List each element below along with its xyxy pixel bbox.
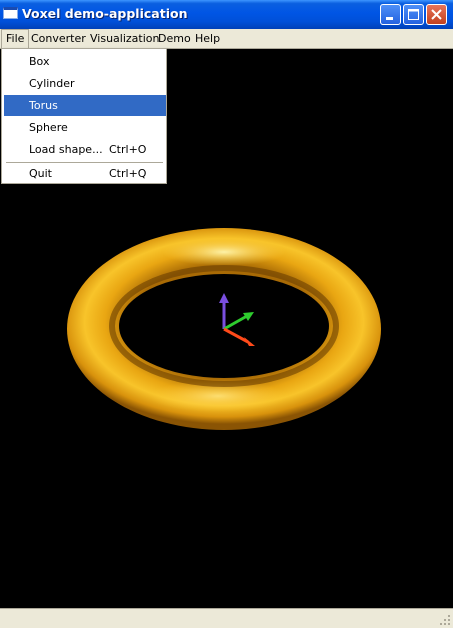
- menu-file[interactable]: File: [1, 29, 30, 48]
- title-bar[interactable]: Voxel demo-application: [0, 0, 453, 29]
- maximize-icon: [408, 9, 419, 20]
- resize-grip-icon[interactable]: [437, 612, 451, 626]
- menu-item-sphere[interactable]: Sphere: [4, 117, 166, 138]
- menu-help[interactable]: Help: [191, 29, 224, 48]
- menu-item-cylinder[interactable]: Cylinder: [4, 73, 166, 94]
- status-bar: [0, 608, 453, 628]
- shortcut-quit: Ctrl+Q: [109, 167, 147, 180]
- minimize-button[interactable]: [380, 4, 401, 25]
- maximize-button[interactable]: [403, 4, 424, 25]
- menu-demo[interactable]: Demo: [154, 29, 195, 48]
- file-menu-dropdown: Box Cylinder Torus Sphere Load shape... …: [1, 48, 167, 184]
- minimize-icon: [386, 17, 393, 20]
- shortcut-load: Ctrl+O: [109, 143, 147, 156]
- close-icon: [431, 9, 442, 20]
- menu-item-box[interactable]: Box: [4, 51, 166, 72]
- menu-item-torus[interactable]: Torus: [4, 95, 166, 116]
- window-title: Voxel demo-application: [22, 6, 188, 21]
- menu-visualization[interactable]: Visualization: [86, 29, 163, 48]
- close-button[interactable]: [426, 4, 447, 25]
- menu-item-quit[interactable]: Quit Ctrl+Q: [4, 163, 166, 184]
- menu-converter[interactable]: Converter: [27, 29, 90, 48]
- menu-item-load-shape[interactable]: Load shape... Ctrl+O: [4, 139, 166, 160]
- app-window-icon: [3, 7, 18, 19]
- menu-bar: File Converter Visualization Demo Help: [0, 29, 453, 49]
